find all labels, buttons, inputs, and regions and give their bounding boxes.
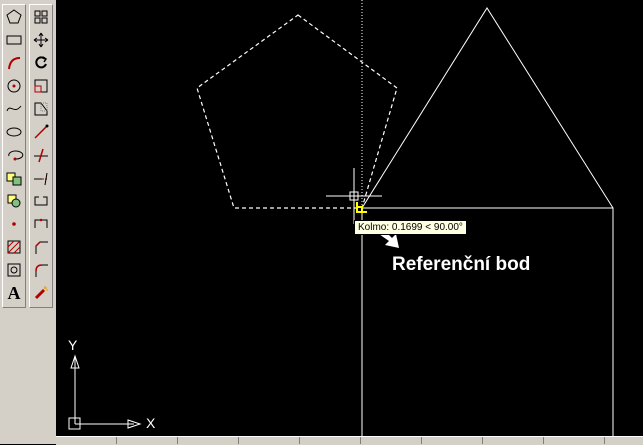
dynamic-input-tooltip: Kolmo: 0.1699 < 90.00°	[354, 220, 467, 235]
point-tool-button[interactable]	[4, 214, 24, 234]
multiline-text-icon: A	[7, 282, 21, 303]
extend-tool-button[interactable]	[31, 168, 51, 188]
break-tool-button[interactable]	[31, 191, 51, 211]
arc-tool-button[interactable]	[4, 53, 24, 73]
drawing-area[interactable]	[56, 0, 643, 444]
pentagon-preview	[196, 14, 398, 209]
lengthen-tool-button[interactable]	[31, 122, 51, 142]
circle-tool-button[interactable]	[4, 76, 24, 96]
polygon-tool-button[interactable]	[4, 7, 24, 27]
chamfer-tool-button[interactable]	[31, 237, 51, 257]
draw-toolbar: A	[2, 4, 26, 308]
trim-tool-button[interactable]	[31, 145, 51, 165]
fillet-tool-button[interactable]	[31, 260, 51, 280]
triangle-shape	[361, 7, 614, 209]
stretch-icon	[34, 102, 48, 116]
layout-tab[interactable]	[422, 437, 483, 444]
rotate-tool-button[interactable]	[31, 53, 51, 73]
join-tool-button[interactable]	[31, 214, 51, 234]
trim-icon	[34, 148, 48, 163]
rotate-icon	[35, 56, 48, 69]
explode-icon	[34, 286, 48, 300]
region-icon	[7, 263, 21, 277]
rectangle-icon	[6, 35, 22, 45]
circle-icon	[7, 79, 21, 93]
fillet-icon	[35, 264, 48, 277]
layout-tab[interactable]	[117, 437, 178, 444]
insert-block-icon	[6, 172, 22, 186]
ucs-icon	[68, 354, 142, 430]
move-icon	[33, 32, 49, 48]
point-icon	[12, 222, 16, 226]
layout-tab[interactable]	[544, 437, 605, 444]
crosshair-cursor	[326, 168, 382, 224]
toolbar-area: A	[0, 0, 56, 444]
explode-tool-button[interactable]	[31, 283, 51, 303]
layout-tab[interactable]	[239, 437, 300, 444]
layout-tab[interactable]	[300, 437, 361, 444]
array-tool-button[interactable]	[31, 7, 51, 27]
reference-point-label: Referenční bod	[392, 254, 531, 275]
array-icon	[34, 10, 48, 24]
insert-block-tool-button[interactable]	[4, 168, 24, 188]
polygon-icon	[6, 9, 22, 24]
ellipse-icon	[6, 127, 22, 137]
multiline-text-tool-button[interactable]: A	[4, 283, 24, 303]
make-block-tool-button[interactable]	[4, 191, 24, 211]
rectangle-tool-button[interactable]	[4, 30, 24, 50]
lengthen-icon	[34, 124, 49, 139]
layout-tab[interactable]	[56, 437, 117, 444]
scale-tool-button[interactable]	[31, 76, 51, 96]
ellipse-tool-button[interactable]	[4, 122, 24, 142]
arc-icon	[8, 57, 21, 70]
extend-icon	[34, 172, 48, 186]
join-icon	[34, 218, 48, 228]
layout-tab[interactable]	[483, 437, 544, 444]
hatch-tool-button[interactable]	[4, 237, 24, 257]
break-icon	[34, 196, 48, 206]
hatch-icon	[7, 240, 21, 254]
osnap-marker	[356, 202, 367, 213]
ellipse-arc-tool-button[interactable]	[4, 145, 24, 165]
modify-toolbar	[29, 4, 53, 308]
ellipse-arc-icon	[8, 150, 24, 161]
chamfer-icon	[35, 241, 48, 254]
region-tool-button[interactable]	[4, 260, 24, 280]
layout-tab[interactable]	[178, 437, 239, 444]
spline-tool-button[interactable]	[4, 99, 24, 119]
move-tool-button[interactable]	[31, 30, 51, 50]
spline-icon	[6, 105, 22, 112]
square-shape	[361, 207, 614, 439]
scale-icon	[34, 79, 48, 93]
stretch-tool-button[interactable]	[31, 99, 51, 119]
ucs-y-label: Y	[68, 337, 78, 353]
make-block-icon	[7, 194, 21, 208]
drawing-canvas[interactable]: Kolmo: 0.1699 < 90.00° Referenční bod Y …	[56, 0, 643, 444]
ucs-x-label: X	[146, 415, 156, 431]
layout-tab[interactable]	[361, 437, 422, 444]
